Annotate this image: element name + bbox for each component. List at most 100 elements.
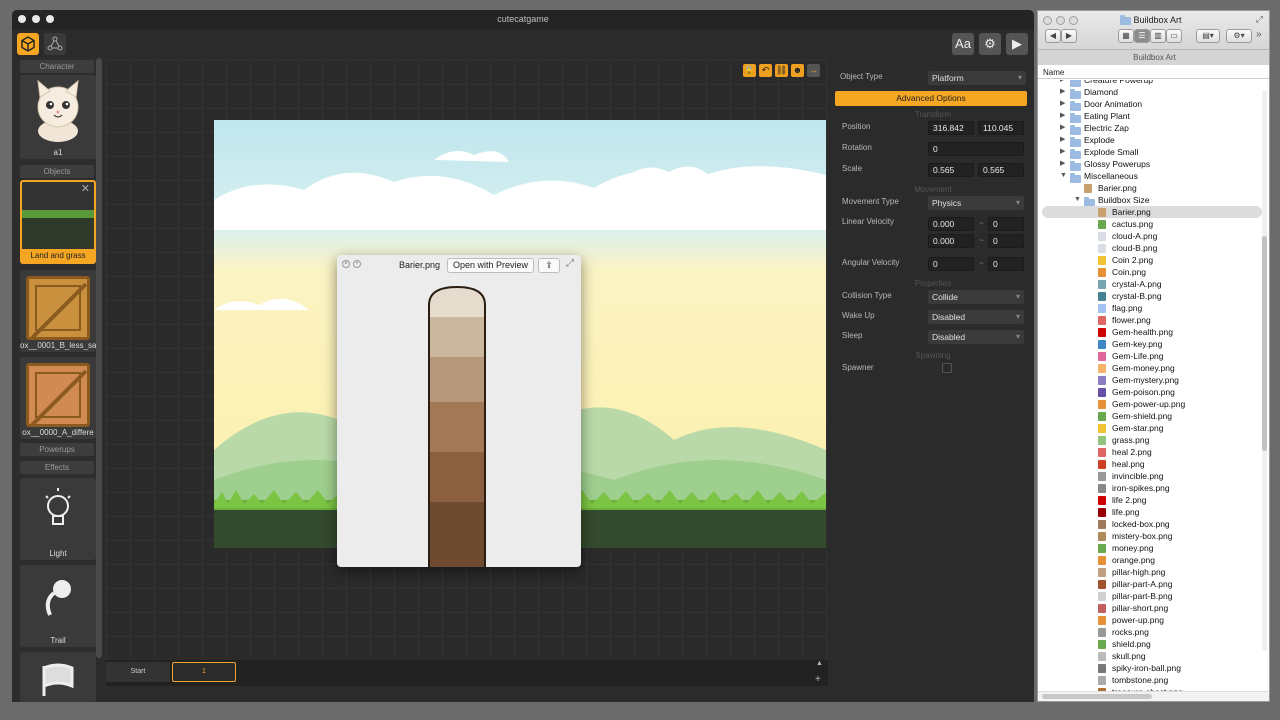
folder-row[interactable]: ▶ Diamond: [1038, 86, 1258, 99]
overflow-icon[interactable]: »: [1256, 29, 1262, 40]
scale-y-input[interactable]: 0.565: [978, 163, 1024, 177]
folder-row[interactable]: ▶ Explode: [1038, 134, 1258, 147]
section-objects[interactable]: Objects: [20, 165, 94, 178]
file-row[interactable]: cloud-A.png: [1038, 230, 1258, 242]
file-row[interactable]: Gem-key.png: [1038, 338, 1258, 350]
linear-velocity-y-min[interactable]: 0.000: [928, 234, 974, 248]
coverflow-view-button[interactable]: ▭: [1166, 29, 1182, 43]
disclosure-collapsed-icon[interactable]: ▶: [1060, 98, 1065, 110]
file-row[interactable]: Coin.png: [1038, 266, 1258, 278]
column-view-button[interactable]: ▥: [1150, 29, 1166, 43]
angular-velocity-min[interactable]: 0: [928, 257, 974, 271]
file-row[interactable]: crystal-A.png: [1038, 278, 1258, 290]
section-character[interactable]: Character: [20, 60, 94, 73]
character-tool-icon[interactable]: ☻: [791, 64, 804, 77]
file-row[interactable]: flower.png: [1038, 314, 1258, 326]
h-scroll-thumb[interactable]: [1042, 694, 1152, 699]
wake-up-select[interactable]: Disabled: [928, 310, 1024, 324]
section-effects[interactable]: Effects: [20, 461, 94, 474]
file-row[interactable]: rocks.png: [1038, 626, 1258, 638]
file-row[interactable]: flag.png: [1038, 302, 1258, 314]
movement-type-select[interactable]: Physics: [928, 196, 1024, 210]
object-type-select[interactable]: Platform: [928, 71, 1026, 85]
disclosure-collapsed-icon[interactable]: ▶: [1060, 134, 1065, 146]
add-scene-icon[interactable]: +: [815, 675, 825, 685]
file-row[interactable]: Gem-shield.png: [1038, 410, 1258, 422]
file-row[interactable]: shield.png: [1038, 638, 1258, 650]
file-row[interactable]: Gem-money.png: [1038, 362, 1258, 374]
file-row[interactable]: pillar-short.png: [1038, 602, 1258, 614]
file-row[interactable]: mistery-box.png: [1038, 530, 1258, 542]
file-row[interactable]: Gem-star.png: [1038, 422, 1258, 434]
file-row[interactable]: crystal-B.png: [1038, 290, 1258, 302]
disclosure-collapsed-icon[interactable]: ▶: [1060, 158, 1065, 170]
scene-1-button[interactable]: 1: [172, 662, 236, 682]
effect-item-trail[interactable]: Trail: [20, 565, 96, 647]
start-scene-button[interactable]: Start: [106, 662, 170, 682]
action-button[interactable]: ⚙▾: [1226, 29, 1252, 43]
folder-row[interactable]: ▼ Miscellaneous: [1038, 170, 1258, 183]
horizontal-scrollbar[interactable]: [1038, 691, 1269, 701]
collision-type-select[interactable]: Collide: [928, 290, 1024, 304]
file-row[interactable]: orange.png: [1038, 554, 1258, 566]
object-item-land-and-grass[interactable]: ✕ Land and grass: [20, 180, 96, 264]
file-row[interactable]: Barier.png: [1042, 206, 1262, 218]
back-button[interactable]: ◀: [1045, 29, 1061, 43]
file-row[interactable]: tombstone.png: [1038, 674, 1258, 686]
section-powerups[interactable]: Powerups: [20, 443, 94, 456]
linear-velocity-x-max[interactable]: 0: [988, 217, 1024, 231]
folder-row[interactable]: ▼ Buildbox Size: [1038, 194, 1258, 207]
fullscreen-preview-icon[interactable]: +: [353, 260, 361, 268]
file-row[interactable]: invincible.png: [1038, 470, 1258, 482]
disclosure-collapsed-icon[interactable]: ▶: [1060, 122, 1065, 134]
scroll-thumb[interactable]: [1262, 236, 1267, 451]
open-with-preview-button[interactable]: Open with Preview: [447, 258, 534, 273]
object-item-crate-a[interactable]: ox__0000_A_differe: [20, 357, 96, 439]
file-row[interactable]: cactus.png: [1038, 218, 1258, 230]
minimize-window-button[interactable]: [1056, 16, 1065, 25]
toggle-toolbar-icon[interactable]: ⤢: [1256, 14, 1263, 25]
folder-row[interactable]: ▶ Explode Small: [1038, 146, 1258, 159]
folder-row[interactable]: ▶ Door Animation: [1038, 98, 1258, 111]
file-row[interactable]: Gem-poison.png: [1038, 386, 1258, 398]
lock-icon[interactable]: 🔒: [743, 64, 756, 77]
file-row[interactable]: life.png: [1038, 506, 1258, 518]
font-button[interactable]: Aa: [952, 33, 974, 55]
linear-velocity-y-max[interactable]: 0: [988, 234, 1024, 248]
name-column-header[interactable]: Name: [1038, 66, 1269, 79]
forward-button[interactable]: ▶: [1061, 29, 1077, 43]
file-row[interactable]: money.png: [1038, 542, 1258, 554]
close-preview-icon[interactable]: ×: [342, 260, 350, 268]
file-row[interactable]: heal 2.png: [1038, 446, 1258, 458]
sleep-select[interactable]: Disabled: [928, 330, 1024, 344]
close-window-button[interactable]: [1043, 16, 1052, 25]
position-x-input[interactable]: 316.842: [928, 121, 974, 135]
advanced-options-button[interactable]: Advanced Options: [835, 91, 1027, 106]
file-row[interactable]: Gem-health.png: [1038, 326, 1258, 338]
rotation-input[interactable]: 0: [928, 142, 1024, 156]
file-row[interactable]: spiky-iron-ball.png: [1038, 662, 1258, 674]
disclosure-collapsed-icon[interactable]: ▶: [1060, 110, 1065, 122]
file-row[interactable]: iron-spikes.png: [1038, 482, 1258, 494]
file-row[interactable]: pillar-part-A.png: [1038, 578, 1258, 590]
folder-row[interactable]: ▶ Eating Plant: [1038, 110, 1258, 123]
finder-scrollbar[interactable]: [1262, 91, 1267, 651]
arrow-right-icon[interactable]: →: [807, 64, 820, 77]
folder-row[interactable]: ▶ Electric Zap: [1038, 122, 1258, 135]
scale-x-input[interactable]: 0.565: [928, 163, 974, 177]
file-row[interactable]: Gem-mystery.png: [1038, 374, 1258, 386]
file-row[interactable]: grass.png: [1038, 434, 1258, 446]
disclosure-expanded-icon[interactable]: ▼: [1074, 194, 1081, 206]
expand-icon[interactable]: ⤢: [566, 258, 574, 269]
file-row[interactable]: Gem-power-up.png: [1038, 398, 1258, 410]
play-button[interactable]: ▶: [1006, 33, 1028, 55]
disclosure-collapsed-icon[interactable]: ▶: [1060, 146, 1065, 158]
file-row[interactable]: pillar-part-B.png: [1038, 590, 1258, 602]
scroll-up-icon[interactable]: ▲: [816, 660, 826, 670]
file-row[interactable]: heal.png: [1038, 458, 1258, 470]
share-button[interactable]: ⇪: [538, 258, 560, 273]
effect-item-flag[interactable]: [20, 652, 96, 702]
file-row[interactable]: skull.png: [1038, 650, 1258, 662]
effect-item-light[interactable]: Light: [20, 478, 96, 560]
undo-icon[interactable]: ↶: [759, 64, 772, 77]
